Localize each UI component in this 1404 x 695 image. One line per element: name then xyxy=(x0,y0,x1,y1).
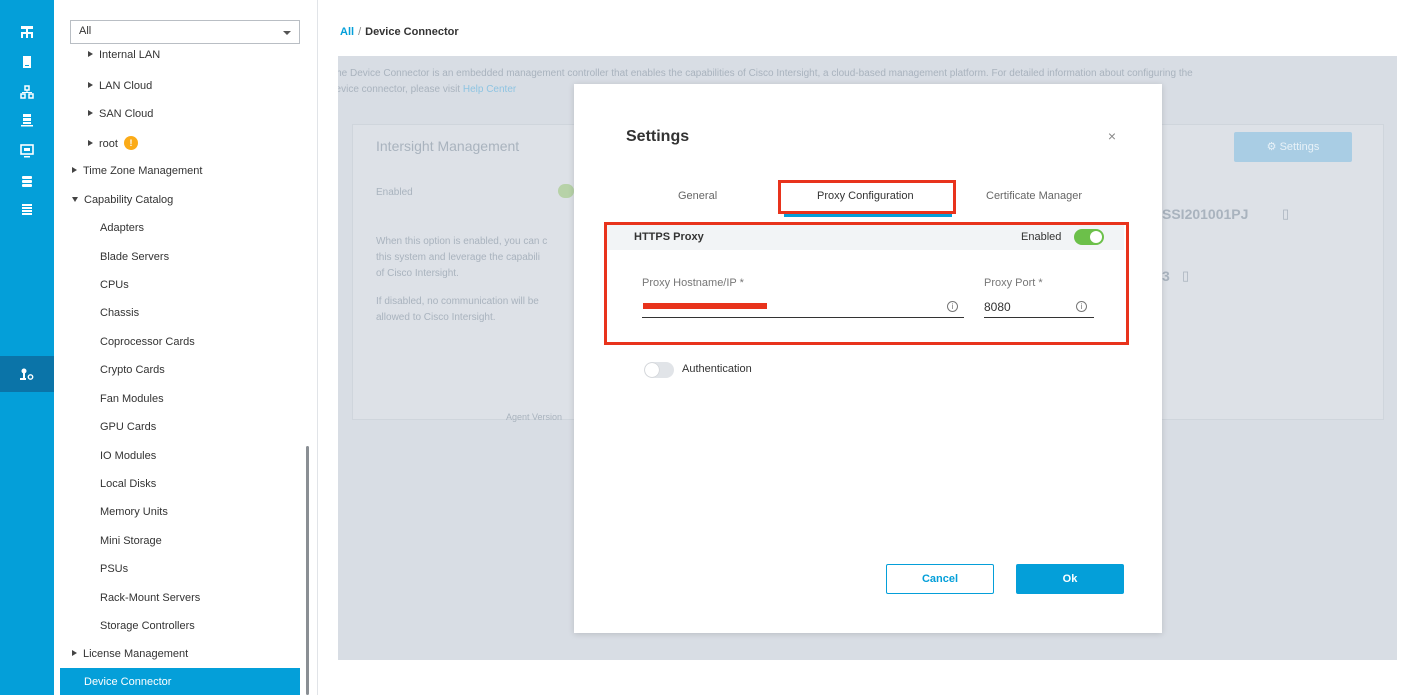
active-tab-indicator xyxy=(784,214,952,217)
breadcrumb-separator: / xyxy=(358,26,362,38)
tree-item-cpus[interactable]: CPUs xyxy=(100,279,129,291)
body-line3: of Cisco Intersight. xyxy=(376,268,459,279)
toggle-knob xyxy=(645,363,659,377)
ok-button[interactable]: Ok xyxy=(1016,564,1124,594)
close-icon[interactable]: × xyxy=(1108,128,1116,144)
help-center-link[interactable]: Help Center xyxy=(463,84,516,95)
tree-item-internal-lan[interactable]: Internal LAN xyxy=(88,49,160,59)
chevron-down-icon xyxy=(283,31,291,35)
breadcrumb-current: Device Connector xyxy=(365,26,459,38)
tree-item-capability-catalog[interactable]: Capability Catalog xyxy=(72,194,173,206)
tree-item-coprocessor-cards[interactable]: Coprocessor Cards xyxy=(100,336,195,348)
tree-item-fan-modules[interactable]: Fan Modules xyxy=(100,393,164,405)
tree-item-san-cloud[interactable]: SAN Cloud xyxy=(88,108,153,120)
body-line1: When this option is enabled, you can c xyxy=(376,236,548,247)
annotation-highlight-proxy xyxy=(604,222,1129,345)
tree-item-blade-servers[interactable]: Blade Servers xyxy=(100,251,169,263)
enabled-label-bg: Enabled xyxy=(376,187,413,198)
warning-icon: ! xyxy=(124,136,139,150)
expand-icon xyxy=(88,140,93,146)
description-text: The Device Connector is an embedded mana… xyxy=(338,68,1193,79)
tree-item-gpu-cards[interactable]: GPU Cards xyxy=(100,421,156,433)
card-title: Intersight Management xyxy=(376,138,520,154)
partial-value: 3 xyxy=(1162,268,1170,284)
body-line5: allowed to Cisco Intersight. xyxy=(376,312,496,323)
body-line2: this system and leverage the capabili xyxy=(376,252,540,263)
tree-item-rack-mount-servers[interactable]: Rack-Mount Servers xyxy=(100,592,200,604)
body-line4: If disabled, no communication will be xyxy=(376,296,539,307)
tree-item-chassis[interactable]: Chassis xyxy=(100,307,139,319)
copy-serial-icon[interactable]: ▯ xyxy=(1282,206,1289,222)
description-text-line2: device connector, please visit Help Cent… xyxy=(338,84,517,95)
gear-icon: ⚙ xyxy=(1266,141,1277,153)
serial-number: SSI201001PJ xyxy=(1162,206,1249,222)
authentication-toggle[interactable] xyxy=(644,362,674,378)
copy-value-icon[interactable]: ▯ xyxy=(1182,268,1189,284)
tree-item-license-management[interactable]: License Management xyxy=(72,648,188,660)
tree-item-psus[interactable]: PSUs xyxy=(100,563,128,575)
expand-icon xyxy=(88,110,93,117)
agent-version-label: Agent Version xyxy=(506,412,563,422)
authentication-label: Authentication xyxy=(682,363,752,375)
tree-item-local-disks[interactable]: Local Disks xyxy=(100,478,156,490)
expand-icon xyxy=(72,650,77,657)
settings-button-bg[interactable]: ⚙ Settings xyxy=(1234,132,1352,162)
tree-item-memory-units[interactable]: Memory Units xyxy=(100,506,168,518)
tree-item-crypto-cards[interactable]: Crypto Cards xyxy=(100,364,165,376)
tree-item-time-zone-management[interactable]: Time Zone Management xyxy=(72,165,202,177)
tree-item-lan-cloud[interactable]: LAN Cloud xyxy=(88,80,152,92)
modal-title: Settings xyxy=(626,128,690,145)
admin-user-gear-icon[interactable] xyxy=(0,356,54,392)
expand-icon xyxy=(88,82,93,89)
breadcrumb: All / Device Connector xyxy=(340,26,459,38)
filter-value: All xyxy=(79,25,92,37)
breadcrumb-root-link[interactable]: All xyxy=(340,26,354,38)
tab-certificate-manager[interactable]: Certificate Manager xyxy=(986,190,1082,202)
tree-item-mini-storage[interactable]: Mini Storage xyxy=(100,535,162,547)
tree-item-root[interactable]: root ! xyxy=(88,136,139,151)
cancel-button[interactable]: Cancel xyxy=(886,564,994,594)
settings-modal: Settings × General Proxy Configuration C… xyxy=(574,84,1162,633)
tree-scrollbar[interactable] xyxy=(306,446,309,695)
collapse-icon xyxy=(72,196,78,202)
lan-list-icon[interactable] xyxy=(0,191,54,227)
tree-filter-dropdown[interactable]: All xyxy=(70,20,300,44)
intersight-enabled-toggle[interactable] xyxy=(558,184,574,198)
tree-item-adapters[interactable]: Adapters xyxy=(100,222,144,234)
nav-rail xyxy=(0,0,54,695)
tab-general[interactable]: General xyxy=(678,190,717,202)
annotation-highlight-tab xyxy=(778,180,956,214)
tree-item-io-modules[interactable]: IO Modules xyxy=(100,450,156,462)
tree-item-storage-controllers[interactable]: Storage Controllers xyxy=(100,620,195,632)
tree-item-device-connector[interactable]: Device Connector xyxy=(60,668,300,695)
navigation-tree: All Internal LAN LAN Cloud SAN Cloud roo… xyxy=(54,0,318,695)
expand-icon xyxy=(72,167,77,174)
expand-icon xyxy=(88,51,93,58)
